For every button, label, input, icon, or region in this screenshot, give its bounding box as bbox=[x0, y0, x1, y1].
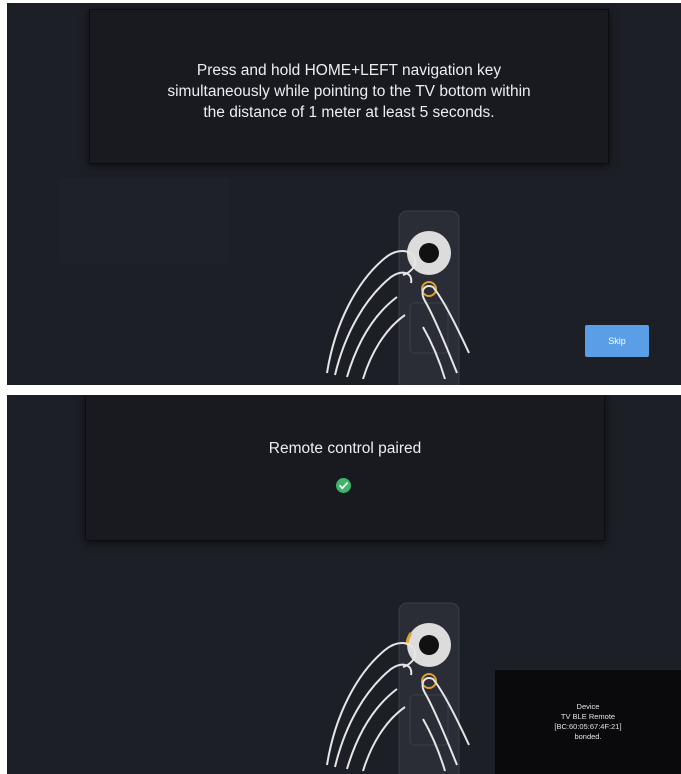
instruction-dialog: Press and hold HOME+LEFT navigation key … bbox=[89, 9, 609, 164]
toast-line-2: TV BLE Remote bbox=[560, 712, 616, 721]
instruction-text: Press and hold HOME+LEFT navigation key … bbox=[90, 60, 608, 123]
toast-line-1: Device bbox=[576, 702, 600, 711]
remote-hand-illustration bbox=[326, 210, 470, 385]
paired-title: Remote control paired bbox=[268, 440, 422, 457]
skip-button[interactable]: Skip bbox=[585, 325, 649, 357]
pairing-success-screen: Remote control paired Device TV BLE Remo… bbox=[7, 395, 681, 774]
instruction-line-1: Press and hold HOME+LEFT navigation key bbox=[196, 62, 502, 79]
bonded-toast: Device TV BLE Remote [BC:60:05:67:4F:21]… bbox=[495, 670, 681, 774]
paired-dialog: Remote control paired bbox=[85, 395, 605, 541]
instruction-line-3: the distance of 1 meter at least 5 secon… bbox=[203, 104, 495, 121]
background-panel bbox=[59, 178, 229, 263]
pairing-instruction-screen: Press and hold HOME+LEFT navigation key … bbox=[7, 3, 681, 385]
remote-hand-illustration bbox=[326, 602, 470, 774]
toast-line-3: [BC:60:05:67:4F:21] bbox=[554, 722, 622, 731]
check-circle-icon bbox=[336, 478, 351, 493]
instruction-line-2: simultaneously while pointing to the TV … bbox=[167, 83, 531, 100]
toast-line-4: bonded. bbox=[574, 732, 602, 741]
